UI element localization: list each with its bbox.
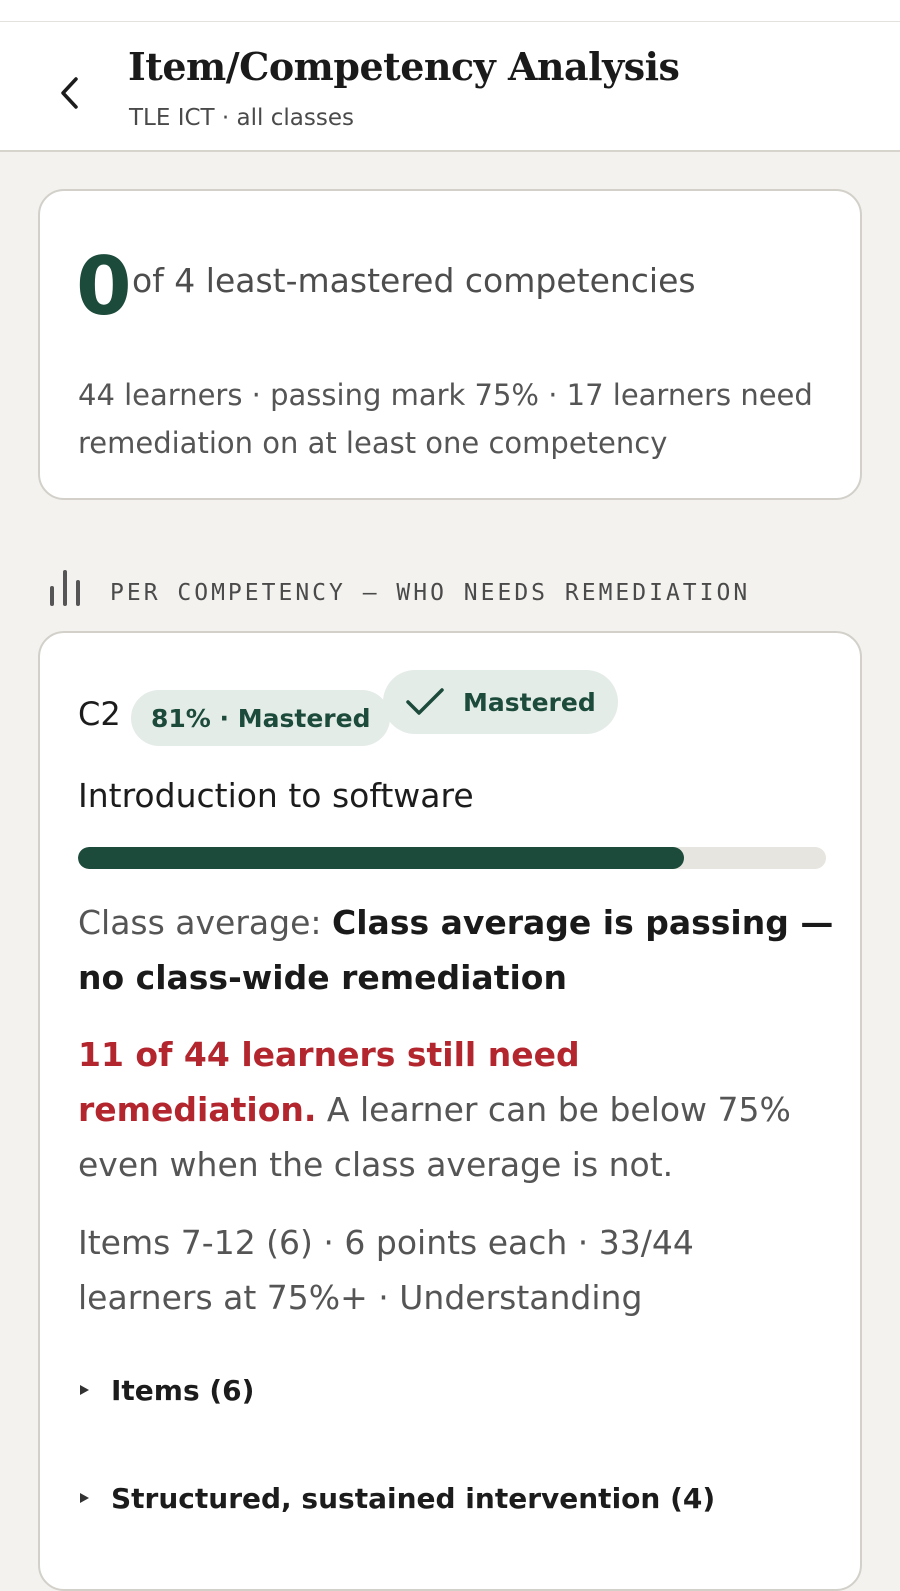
bar-chart-icon (50, 570, 80, 606)
mastered-status-badge: Mastered (383, 670, 618, 734)
back-button[interactable] (46, 70, 92, 116)
least-mastered-count: 0 (76, 240, 132, 333)
status-strip (0, 0, 900, 22)
mastery-progress-fill (78, 847, 684, 869)
page-subtitle: TLE ICT · all classes (129, 105, 354, 131)
mastery-progress-bar (78, 847, 826, 869)
percent-badge: 81% · Mastered (131, 690, 391, 746)
section-header: PER COMPETENCY — WHO NEEDS REMEDIATION (48, 556, 750, 608)
disclosure-triangle-icon (80, 1385, 89, 1395)
section-label: PER COMPETENCY — WHO NEEDS REMEDIATION (110, 580, 751, 606)
items-info: Items 7-12 (6) · 6 points each · 33/44 l… (78, 1223, 694, 1317)
disclosure-triangle-icon (80, 1493, 89, 1503)
competency-code: C2 (78, 695, 121, 733)
remediation-summary: 11 of 44 learners still need remediation… (78, 1027, 818, 1192)
least-mastered-label: of 4 least-mastered competencies (132, 261, 696, 300)
mastered-status-label: Mastered (463, 687, 596, 717)
intervention-disclosure[interactable]: Structured, sustained intervention (4) (80, 1478, 715, 1518)
chevron-left-icon (61, 77, 78, 109)
intervention-disclosure-label: Structured, sustained intervention (4) (111, 1481, 716, 1515)
competency-name: Introduction to software (78, 776, 474, 815)
summary-detail: 44 learners · passing mark 75% · 17 lear… (78, 378, 813, 460)
summary-card: 0 of 4 least-mastered competencies 44 le… (38, 189, 862, 500)
app-header: Item/Competency Analysis TLE ICT · all c… (0, 22, 900, 152)
page-title: Item/Competency Analysis (128, 44, 680, 89)
items-disclosure[interactable]: Items (6) (80, 1370, 254, 1410)
checkmark-icon (406, 688, 444, 715)
competency-card: C2 81% · Mastered Mastered Introduction … (38, 631, 862, 1591)
class-average-label: Class average: (78, 903, 322, 942)
class-average: Class average: Class average is passing … (78, 895, 838, 1005)
items-disclosure-label: Items (6) (111, 1373, 255, 1407)
